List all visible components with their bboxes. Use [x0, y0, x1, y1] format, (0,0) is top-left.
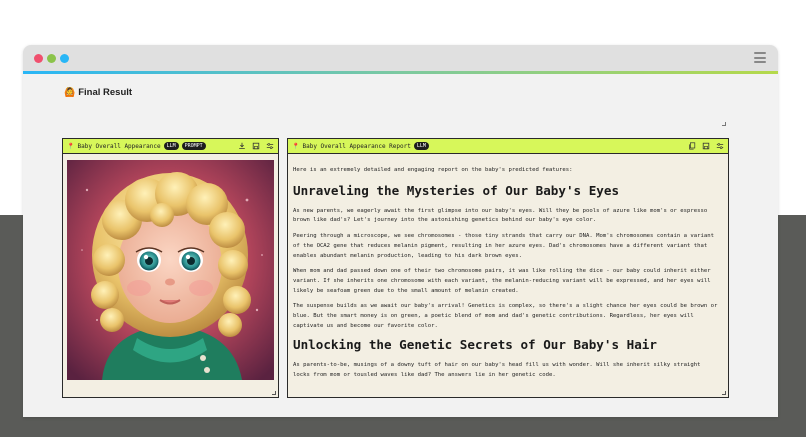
llm-badge: LLM: [413, 142, 429, 150]
hamburger-menu-icon[interactable]: [754, 52, 766, 63]
baby-appearance-report-panel: 📍 Baby Overall Appearance Report LLM Her…: [287, 138, 729, 398]
page-title: 🙆 Final Result: [64, 87, 132, 98]
pin-icon: 📍: [292, 142, 300, 150]
page-title-text: Final Result: [78, 87, 133, 98]
save-icon[interactable]: [702, 142, 710, 150]
report-intro: Here is an extremely detailed and engagi…: [293, 167, 573, 173]
copy-icon[interactable]: [688, 142, 696, 150]
panel-title: Baby Overall Appearance: [77, 142, 161, 150]
accent-gradient-bar: [23, 71, 778, 74]
report-paragraph: Peering through a microscope, we see chr…: [293, 233, 714, 259]
save-icon[interactable]: [252, 142, 260, 150]
panel-header: 📍 Baby Overall Appearance Report LLM: [288, 139, 728, 154]
settings-sliders-icon[interactable]: [266, 142, 274, 150]
report-heading-hair: Unlocking the Genetic Secrets of Our Bab…: [293, 337, 657, 353]
download-icon[interactable]: [238, 142, 246, 150]
report-paragraph: As new parents, we eagerly await the fir…: [293, 207, 708, 224]
report-paragraph: The suspense builds as we await our baby…: [293, 303, 718, 329]
window-maximize-dot[interactable]: [60, 54, 69, 63]
panel-resize-handle[interactable]: [722, 391, 726, 395]
pin-icon: 📍: [67, 142, 75, 150]
window-minimize-dot[interactable]: [47, 54, 56, 63]
window-close-dot[interactable]: [34, 54, 43, 63]
window-titlebar: [23, 45, 778, 71]
baby-illustration: [67, 160, 274, 380]
llm-badge: LLM: [163, 142, 179, 150]
baby-appearance-image-panel: 📍 Baby Overall Appearance LLM PROMPT: [62, 138, 279, 398]
panel-title: Baby Overall Appearance Report: [302, 142, 411, 150]
settings-sliders-icon[interactable]: [716, 142, 724, 150]
report-paragraph: When mom and dad passed down one of thei…: [293, 268, 711, 294]
person-gesture-icon: 🙆: [64, 87, 76, 97]
prompt-badge: PROMPT: [181, 142, 206, 150]
panel-resize-handle[interactable]: [272, 391, 276, 395]
resize-handle[interactable]: [722, 122, 726, 126]
report-content: Here is an extremely detailed and engagi…: [293, 166, 720, 387]
app-window: 🙆 Final Result 📍 Baby Overall Appearance…: [23, 45, 778, 417]
report-heading-eyes: Unraveling the Mysteries of Our Baby's E…: [293, 182, 620, 198]
baby-portrait-image: [67, 160, 274, 380]
report-paragraph: As parents-to-be, musings of a downy tuf…: [293, 362, 701, 379]
panel-header: 📍 Baby Overall Appearance LLM PROMPT: [63, 139, 278, 154]
